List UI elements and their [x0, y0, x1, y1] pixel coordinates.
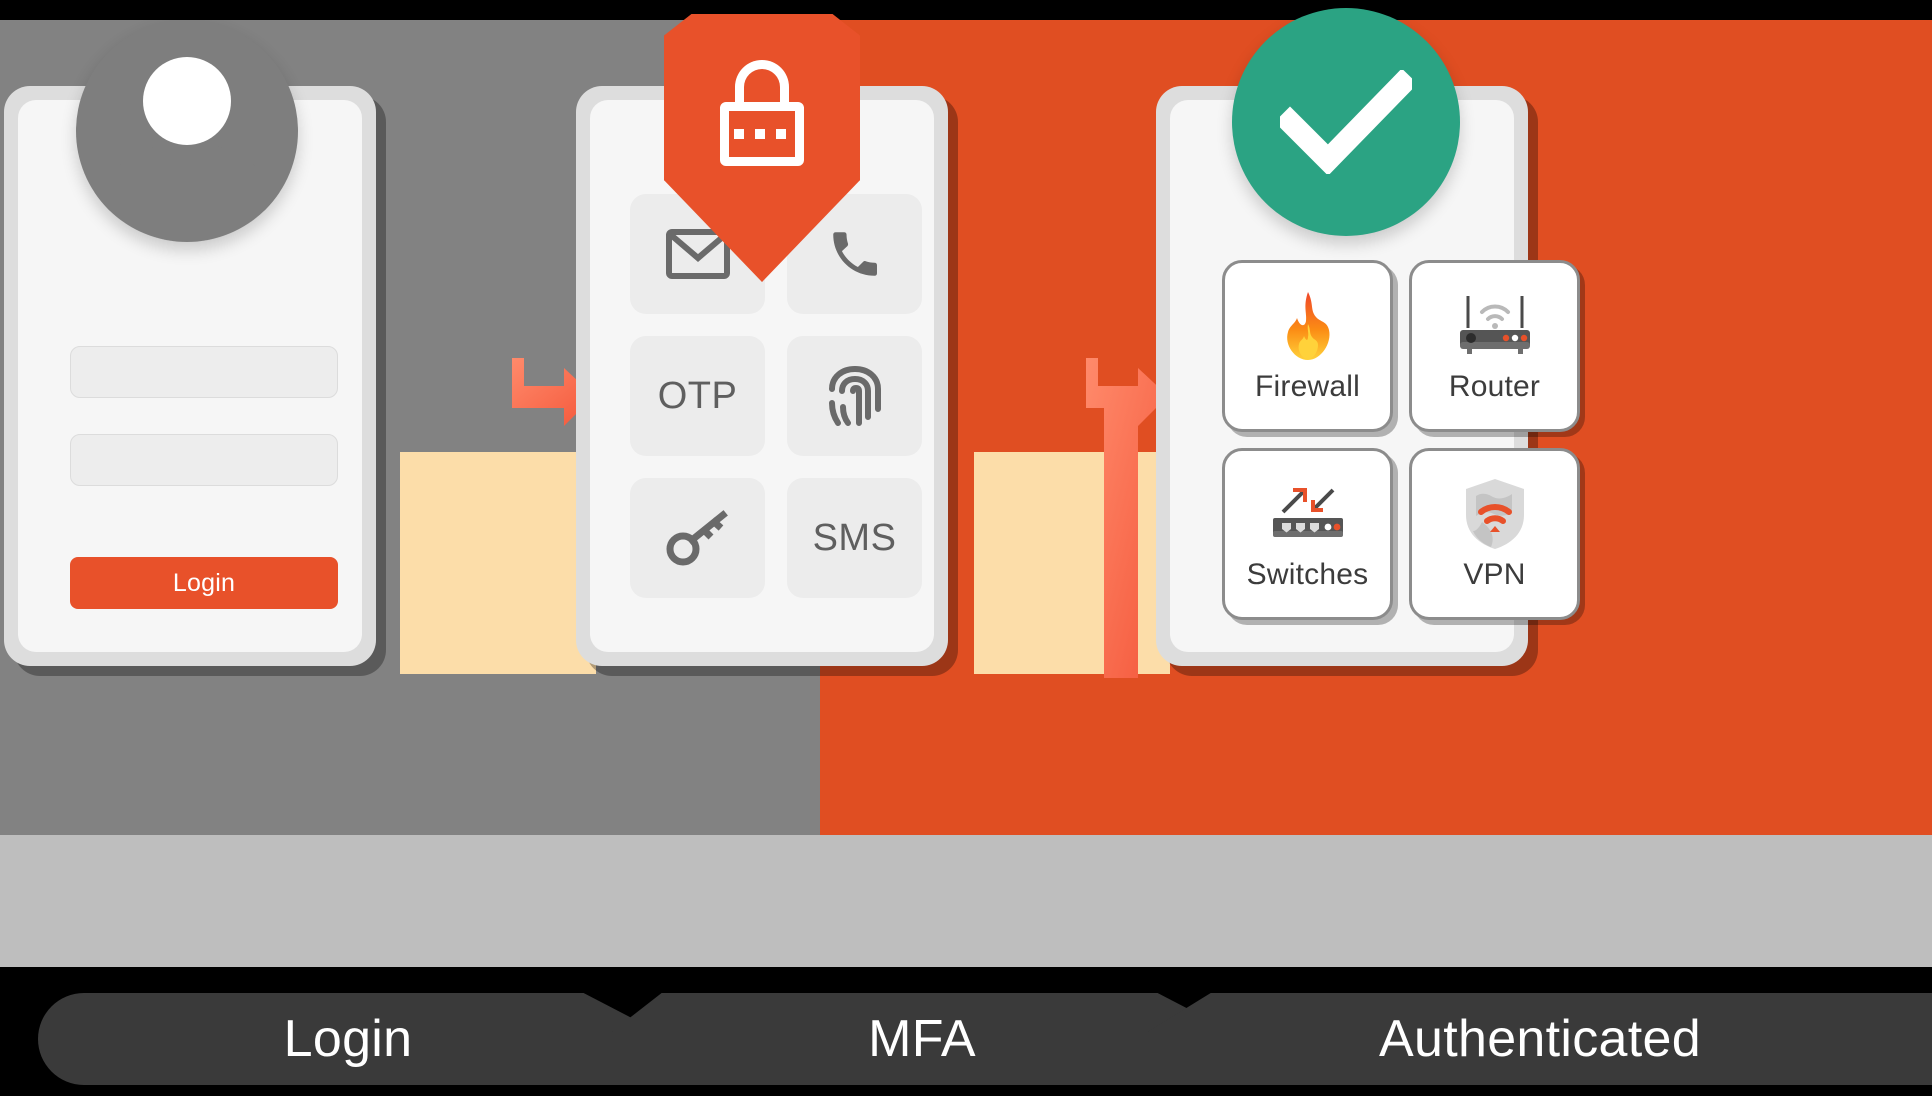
- connector-bar-1: [400, 452, 596, 674]
- step-label: Authenticated: [1379, 1010, 1701, 1068]
- vpn-shield-icon: [1460, 476, 1530, 552]
- device-label: Firewall: [1255, 370, 1360, 403]
- device-tile-firewall[interactable]: Firewall: [1222, 260, 1393, 432]
- mfa-tile-otp[interactable]: OTP: [630, 336, 765, 456]
- username-input[interactable]: [70, 346, 338, 398]
- step-label: MFA: [868, 1010, 976, 1068]
- mfa-tile-fingerprint[interactable]: [787, 336, 922, 456]
- step-mfa[interactable]: MFA: [612, 993, 1232, 1085]
- lock-dot: [755, 129, 765, 139]
- lock-dot: [734, 129, 744, 139]
- lock-dot: [776, 129, 786, 139]
- step-label: Login: [283, 1010, 413, 1068]
- device-label: VPN: [1463, 558, 1526, 591]
- device-tile-vpn[interactable]: VPN: [1409, 448, 1580, 620]
- key-icon: [666, 510, 728, 566]
- step-login[interactable]: Login: [38, 993, 658, 1085]
- mfa-tile-key[interactable]: [630, 478, 765, 598]
- fingerprint-icon: [828, 365, 881, 426]
- diagram-stage: Login OTP SMS Firewall Router Switches V…: [0, 0, 1932, 1096]
- router-icon: [1452, 288, 1538, 364]
- avatar-mask: [77, 142, 297, 242]
- device-label: Switches: [1246, 558, 1369, 591]
- user-avatar-icon: [76, 20, 298, 242]
- avatar-head: [143, 57, 231, 145]
- switch-icon: [1265, 476, 1351, 552]
- check-circle-icon: [1232, 8, 1460, 236]
- base-platform: [0, 835, 1932, 967]
- mfa-tile-sms[interactable]: SMS: [787, 478, 922, 598]
- mfa-sms-label: SMS: [812, 516, 897, 559]
- mfa-otp-label: OTP: [657, 374, 738, 417]
- flame-icon: [1276, 288, 1340, 364]
- device-grid: Firewall Router Switches VPN: [1222, 260, 1580, 620]
- phone-icon: [832, 232, 877, 276]
- login-button[interactable]: Login: [70, 557, 338, 609]
- password-input[interactable]: [70, 434, 338, 486]
- device-label: Router: [1448, 370, 1541, 403]
- step-authenticated[interactable]: Authenticated: [1148, 993, 1932, 1085]
- device-tile-router[interactable]: Router: [1409, 260, 1580, 432]
- device-tile-switches[interactable]: Switches: [1222, 448, 1393, 620]
- checkmark-glyph: [1280, 70, 1412, 174]
